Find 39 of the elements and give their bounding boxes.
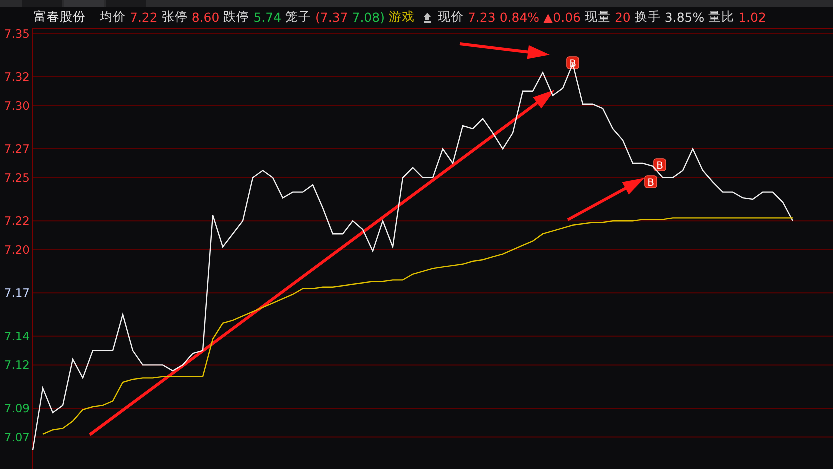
axis-tick-label: 7.07 — [4, 430, 30, 444]
header-label: 1.02 — [738, 10, 766, 25]
axis-tick-label: 7.30 — [4, 98, 30, 113]
header-value: (7.37 — [316, 10, 348, 25]
header-label: 笼子 — [286, 9, 312, 26]
up-arrow-icon — [422, 12, 432, 22]
axis-tick-label: 7.12 — [4, 358, 30, 372]
header-value: 换手 — [634, 9, 661, 26]
header-value: 0.84% — [500, 10, 540, 25]
buy-marker: B — [644, 176, 658, 189]
header-label: 7.23 — [468, 10, 496, 25]
header-label: ▲0.06 — [544, 10, 581, 25]
axis-tick-label: 7.32 — [4, 70, 30, 84]
header-label: 跌停 — [224, 9, 250, 26]
axis-tick-label: 7.14 — [4, 329, 30, 344]
header-label: 7.08) — [352, 10, 385, 25]
tab[interactable] — [22, 0, 62, 7]
axis-tick-label: 7.27 — [4, 142, 30, 156]
header-value: 游戏 — [388, 9, 415, 26]
axis-tick-label: 7.35 — [4, 28, 30, 41]
axis-tick-label: 7.22 — [4, 214, 30, 228]
stock-name: 富春股份 — [34, 9, 86, 26]
buy-marker: B — [654, 158, 666, 172]
axis-tick-label: 7.20 — [4, 242, 30, 257]
tab[interactable] — [106, 0, 146, 7]
tab[interactable] — [64, 0, 104, 7]
header-value: 现价 — [438, 9, 464, 26]
header-value: 5.74 — [254, 10, 282, 25]
header-value: 8.60 — [192, 10, 220, 25]
header-label: 20 — [614, 10, 631, 25]
axis-tick-label: 7.25 — [4, 170, 30, 185]
axis-tick-label: 7.09 — [4, 401, 30, 416]
header-label: 3.85% — [664, 10, 705, 25]
header-value: 现量 — [584, 9, 611, 26]
header-label: 张停 — [162, 9, 188, 26]
header-label: 均价 — [100, 9, 126, 26]
axis-tick-label: 7.17 — [4, 286, 30, 300]
header-value: 7.22 — [130, 10, 158, 25]
header-value: 量比 — [708, 9, 735, 26]
